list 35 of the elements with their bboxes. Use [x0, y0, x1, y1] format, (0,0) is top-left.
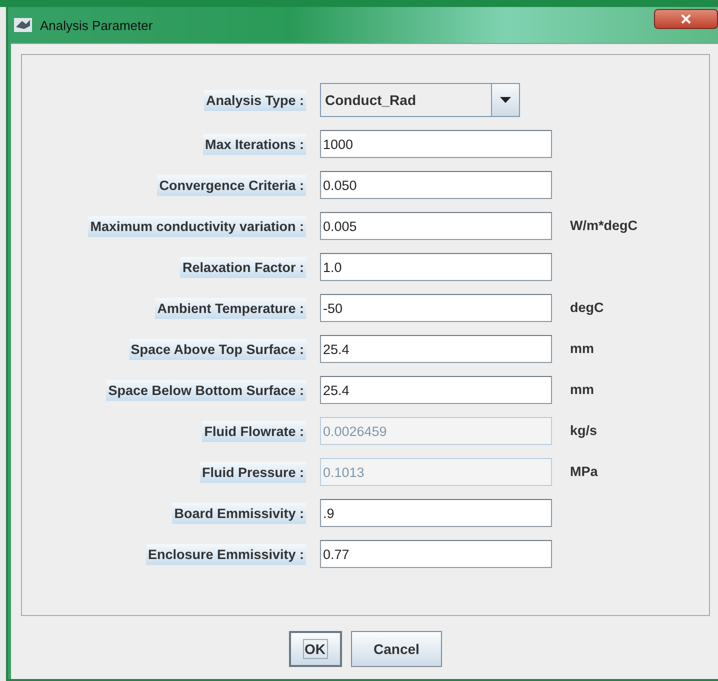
window-title: Analysis Parameter — [40, 18, 153, 32]
input-field[interactable]: 1000 — [320, 130, 552, 158]
unit-label: degC — [569, 300, 604, 315]
field-label: Enclosure Emmissivity : — [146, 544, 306, 564]
close-button[interactable] — [654, 9, 718, 29]
input-field[interactable]: 0.005 — [320, 212, 552, 240]
field-label: Board Emmissivity : — [172, 502, 306, 524]
field-label: Fluid Flowrate : — [202, 420, 306, 442]
input-field[interactable]: 25.4 — [320, 335, 552, 363]
cancel-button[interactable]: Cancel — [350, 631, 442, 667]
unit-label: kg/s — [569, 423, 598, 438]
field-label: Max Iterations : — [202, 134, 306, 154]
close-icon — [680, 14, 692, 24]
input-field[interactable]: .9 — [320, 499, 552, 527]
field-label: Maximum conductivity variation : — [88, 216, 306, 236]
field-label: Ambient Temperature : — [155, 298, 306, 318]
field-label: Space Above Top Surface : — [128, 338, 306, 360]
app-icon — [14, 18, 32, 32]
input-field[interactable]: 1.0 — [320, 253, 552, 281]
input-field[interactable]: 0.050 — [320, 171, 552, 199]
field-label: Fluid Pressure : — [200, 462, 306, 482]
unit-label: W/m*degC — [569, 218, 638, 233]
field-label: Analysis Type : — [204, 90, 306, 110]
unit-label: MPa — [569, 464, 598, 479]
ok-button[interactable]: OK — [288, 631, 342, 667]
caret-icon — [500, 97, 511, 103]
input-field[interactable]: 0.77 — [320, 540, 552, 568]
field-label: Convergence Criteria : — [157, 174, 306, 196]
unit-label: mm — [569, 382, 594, 397]
field-label: Relaxation Factor : — [180, 256, 306, 278]
analysis-type-dropdown[interactable]: Conduct_Rad — [320, 83, 520, 117]
unit-label: mm — [569, 341, 594, 356]
input-field[interactable]: 25.4 — [320, 376, 552, 404]
field-label: Space Below Bottom Surface : — [106, 380, 306, 400]
input-field[interactable]: -50 — [320, 294, 552, 322]
